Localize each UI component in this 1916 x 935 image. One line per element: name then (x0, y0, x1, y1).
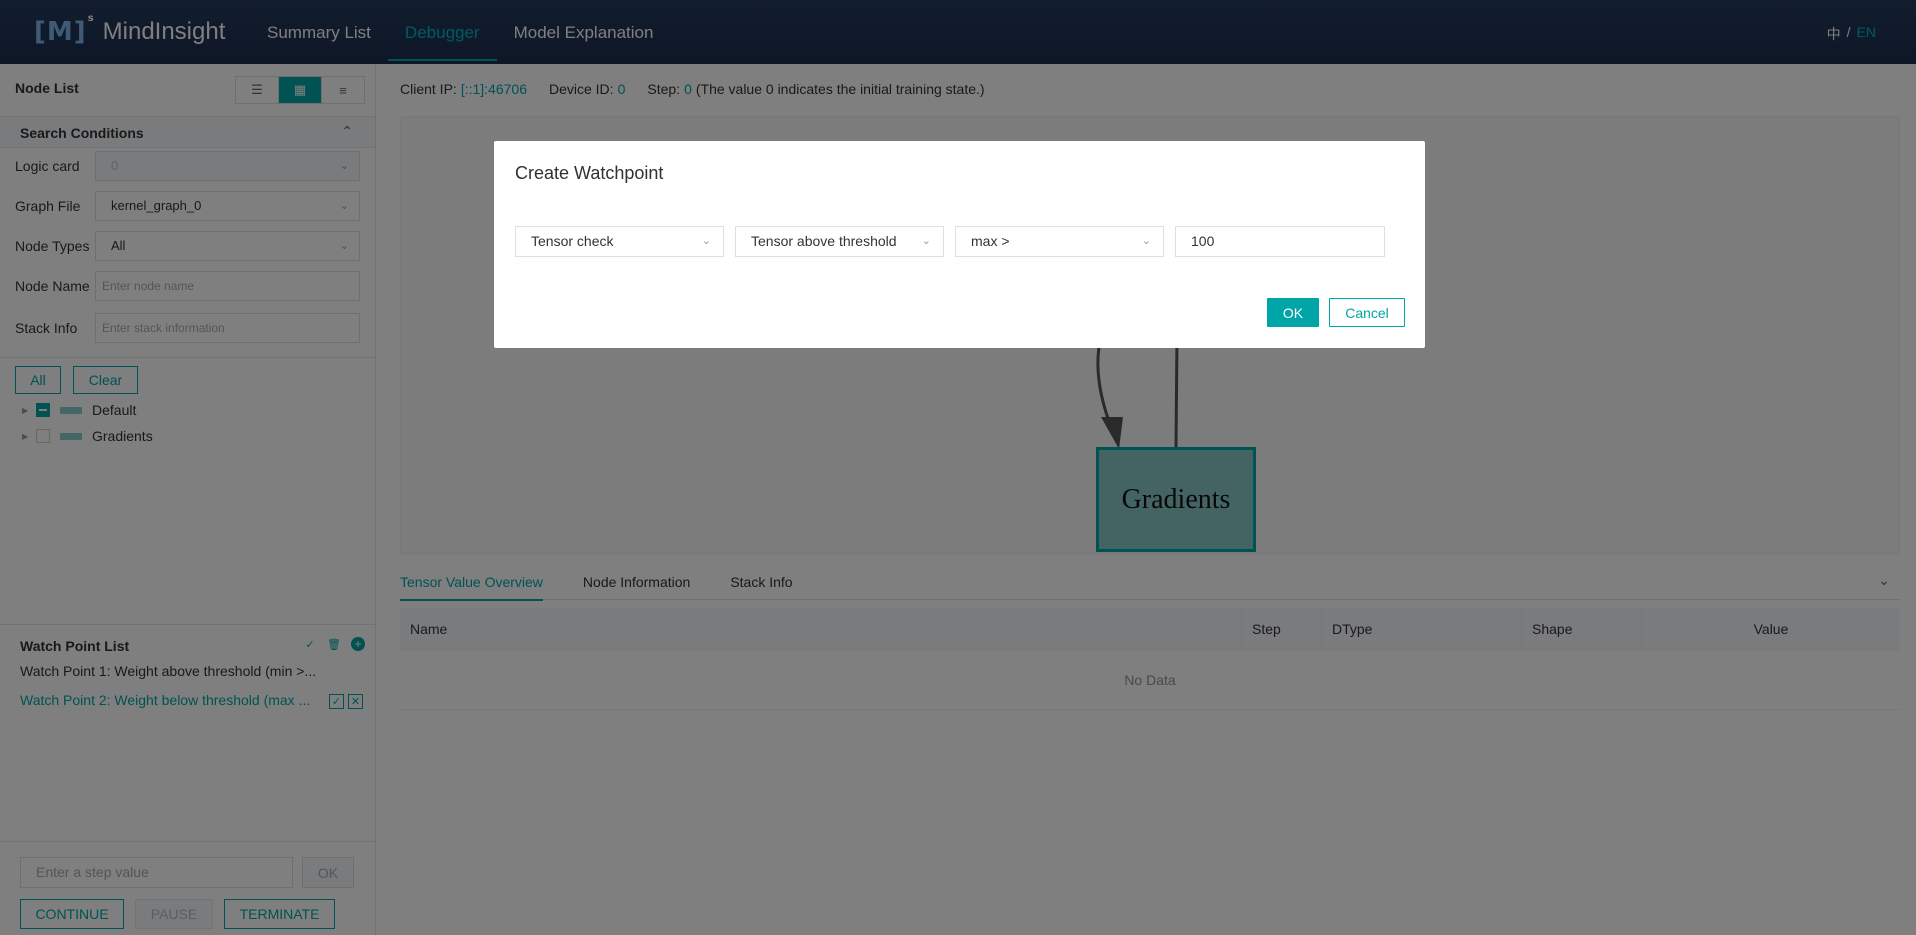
param-select[interactable]: max > ⌄ (955, 226, 1164, 257)
ok-button[interactable]: OK (1267, 298, 1319, 327)
condition-category-select[interactable]: Tensor check ⌄ (515, 226, 724, 257)
chevron-down-icon: ⌄ (701, 235, 711, 247)
cancel-button[interactable]: Cancel (1329, 298, 1405, 327)
condition-select[interactable]: Tensor above threshold ⌄ (735, 226, 944, 257)
chevron-down-icon: ⌄ (1141, 235, 1151, 247)
chevron-down-icon: ⌄ (921, 235, 931, 247)
dialog-title: Create Watchpoint (515, 163, 664, 183)
threshold-value-input[interactable]: 100 (1175, 226, 1385, 257)
create-watchpoint-dialog: Create Watchpoint Tensor check ⌄ Tensor … (494, 141, 1425, 348)
